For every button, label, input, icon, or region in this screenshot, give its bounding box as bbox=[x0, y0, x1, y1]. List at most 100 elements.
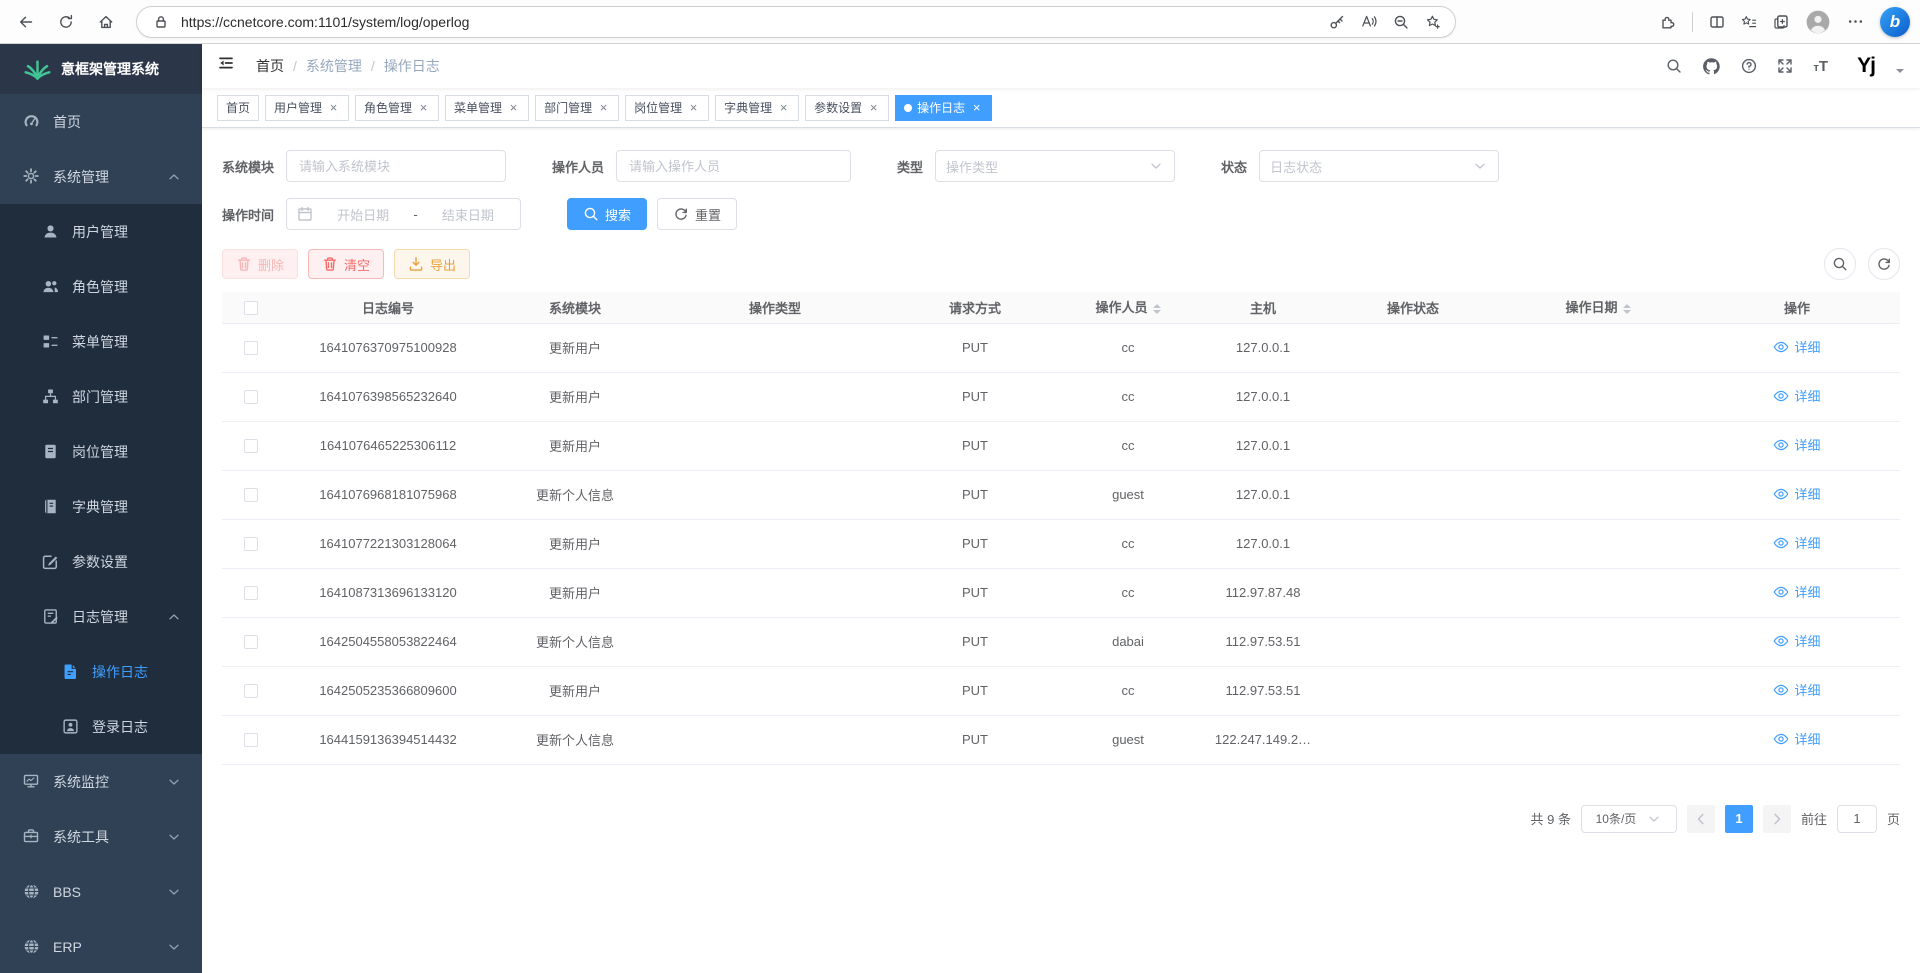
row-checkbox[interactable] bbox=[244, 537, 258, 551]
close-icon[interactable]: × bbox=[417, 101, 430, 114]
avatar-caret-icon[interactable] bbox=[1896, 69, 1904, 77]
cell-action: 详细 bbox=[1694, 519, 1900, 568]
row-checkbox[interactable] bbox=[244, 439, 258, 453]
sidebar-item-system[interactable]: 系统管理 bbox=[0, 149, 202, 204]
sidebar-item-home[interactable]: 首页 bbox=[0, 94, 202, 149]
row-checkbox[interactable] bbox=[244, 341, 258, 355]
tab-岗位管理[interactable]: 岗位管理× bbox=[625, 95, 709, 121]
detail-link[interactable]: 详细 bbox=[1773, 435, 1820, 454]
sidebar-item-post[interactable]: 岗位管理 bbox=[0, 424, 202, 479]
close-icon[interactable]: × bbox=[867, 101, 880, 114]
close-icon[interactable]: × bbox=[597, 101, 610, 114]
clear-button[interactable]: 清空 bbox=[308, 249, 384, 279]
sidebar-item-bbs[interactable]: BBS bbox=[0, 864, 202, 919]
cell-status bbox=[1324, 715, 1502, 764]
delete-button[interactable]: 删除 bbox=[222, 249, 298, 279]
sidebar-item-erp[interactable]: ERP bbox=[0, 919, 202, 973]
sidebar-item-menu[interactable]: 菜单管理 bbox=[0, 314, 202, 369]
row-checkbox[interactable] bbox=[244, 733, 258, 747]
fullscreen-icon[interactable] bbox=[1777, 58, 1793, 74]
help-icon[interactable] bbox=[1741, 58, 1757, 74]
type-select[interactable]: 操作类型 bbox=[935, 150, 1175, 182]
module-input[interactable] bbox=[286, 150, 506, 182]
tab-操作日志[interactable]: 操作日志× bbox=[895, 95, 992, 121]
tab-角色管理[interactable]: 角色管理× bbox=[355, 95, 439, 121]
sidebar-item-param[interactable]: 参数设置 bbox=[0, 534, 202, 589]
goto-page-input[interactable] bbox=[1837, 805, 1877, 833]
home-icon[interactable] bbox=[90, 6, 122, 38]
detail-link[interactable]: 详细 bbox=[1773, 337, 1820, 356]
close-icon[interactable]: × bbox=[687, 101, 700, 114]
breadcrumb-item[interactable]: 首页 bbox=[256, 56, 284, 76]
font-size-icon[interactable]: тT bbox=[1813, 58, 1828, 75]
select-all-checkbox[interactable] bbox=[244, 301, 258, 315]
detail-link[interactable]: 详细 bbox=[1773, 631, 1820, 650]
tab-actions-icon[interactable] bbox=[1773, 14, 1789, 30]
back-icon[interactable] bbox=[10, 6, 42, 38]
page-number-button[interactable]: 1 bbox=[1725, 805, 1753, 833]
search-icon[interactable] bbox=[1666, 58, 1682, 74]
detail-link[interactable]: 详细 bbox=[1773, 533, 1820, 552]
user-avatar[interactable]: Yj bbox=[1848, 48, 1884, 84]
close-icon[interactable]: × bbox=[777, 101, 790, 114]
next-page-button[interactable] bbox=[1763, 805, 1791, 833]
sidebar-item-dept[interactable]: 部门管理 bbox=[0, 369, 202, 424]
tab-用户管理[interactable]: 用户管理× bbox=[265, 95, 349, 121]
refresh-table-button[interactable] bbox=[1868, 248, 1900, 280]
row-checkbox[interactable] bbox=[244, 586, 258, 600]
profile-icon[interactable] bbox=[1805, 9, 1831, 35]
close-icon[interactable]: × bbox=[507, 101, 520, 114]
sidebar-item-loginlog[interactable]: 登录日志 bbox=[0, 699, 202, 754]
page-size-select[interactable]: 10条/页 bbox=[1581, 805, 1677, 833]
detail-link[interactable]: 详细 bbox=[1773, 729, 1820, 748]
collections-icon[interactable] bbox=[1741, 14, 1757, 30]
key-icon[interactable] bbox=[1329, 14, 1345, 30]
tab-字典管理[interactable]: 字典管理× bbox=[715, 95, 799, 121]
close-icon[interactable]: × bbox=[970, 101, 983, 114]
copilot-icon[interactable]: b bbox=[1880, 7, 1910, 37]
tab-首页[interactable]: 首页 bbox=[217, 95, 259, 121]
refresh-icon[interactable] bbox=[50, 6, 82, 38]
tab-菜单管理[interactable]: 菜单管理× bbox=[445, 95, 529, 121]
sidebar-item-role[interactable]: 角色管理 bbox=[0, 259, 202, 314]
row-checkbox[interactable] bbox=[244, 684, 258, 698]
github-icon[interactable] bbox=[1702, 57, 1721, 76]
close-icon[interactable]: × bbox=[327, 101, 340, 114]
sidebar-item-monitor[interactable]: 系统监控 bbox=[0, 754, 202, 809]
column-header-operator[interactable]: 操作人员 bbox=[1054, 292, 1202, 323]
read-aloud-icon[interactable] bbox=[1361, 14, 1377, 30]
split-screen-icon[interactable] bbox=[1709, 14, 1725, 30]
status-select[interactable]: 日志状态 bbox=[1259, 150, 1499, 182]
sort-icon[interactable] bbox=[1153, 300, 1161, 318]
zoom-out-icon[interactable] bbox=[1393, 14, 1409, 30]
detail-link[interactable]: 详细 bbox=[1773, 386, 1820, 405]
column-header-date[interactable]: 操作日期 bbox=[1502, 292, 1694, 323]
detail-link[interactable]: 详细 bbox=[1773, 582, 1820, 601]
search-button[interactable]: 搜索 bbox=[567, 198, 647, 230]
prev-page-button[interactable] bbox=[1687, 805, 1715, 833]
url-text[interactable]: https://ccnetcore.com:1101/system/log/op… bbox=[181, 14, 1329, 30]
sidebar-item-user[interactable]: 用户管理 bbox=[0, 204, 202, 259]
address-bar[interactable]: https://ccnetcore.com:1101/system/log/op… bbox=[136, 6, 1456, 38]
sidebar-collapse-icon[interactable] bbox=[218, 55, 240, 77]
detail-link[interactable]: 详细 bbox=[1773, 680, 1820, 699]
operator-input[interactable] bbox=[616, 150, 851, 182]
row-checkbox[interactable] bbox=[244, 390, 258, 404]
sidebar-item-dict[interactable]: 字典管理 bbox=[0, 479, 202, 534]
tab-参数设置[interactable]: 参数设置× bbox=[805, 95, 889, 121]
row-checkbox[interactable] bbox=[244, 635, 258, 649]
sort-icon[interactable] bbox=[1623, 300, 1631, 318]
tab-部门管理[interactable]: 部门管理× bbox=[535, 95, 619, 121]
extensions-icon[interactable] bbox=[1660, 14, 1676, 30]
detail-link[interactable]: 详细 bbox=[1773, 484, 1820, 503]
more-icon[interactable] bbox=[1847, 13, 1864, 30]
reset-button[interactable]: 重置 bbox=[657, 198, 737, 230]
row-checkbox[interactable] bbox=[244, 488, 258, 502]
favorite-add-icon[interactable] bbox=[1425, 14, 1441, 30]
sidebar-item-tools[interactable]: 系统工具 bbox=[0, 809, 202, 864]
export-button[interactable]: 导出 bbox=[394, 249, 470, 279]
sidebar-item-log[interactable]: 日志管理 bbox=[0, 589, 202, 644]
sidebar-item-operlog[interactable]: 操作日志 bbox=[0, 644, 202, 699]
date-range-picker[interactable]: 开始日期 - 结束日期 bbox=[286, 198, 521, 230]
toggle-search-button[interactable] bbox=[1824, 248, 1856, 280]
